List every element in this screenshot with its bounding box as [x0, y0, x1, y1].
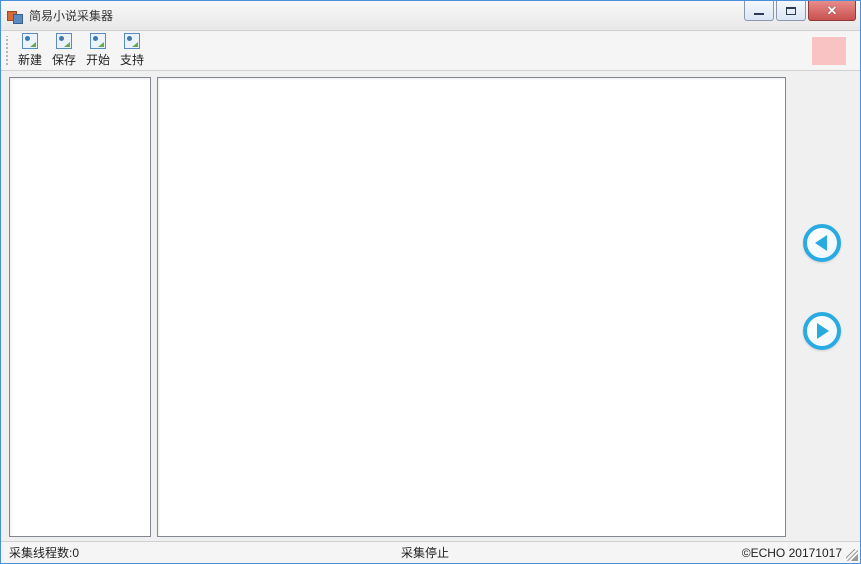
close-button[interactable]: ✕ [808, 1, 856, 21]
indicator-box [812, 37, 846, 65]
window-title: 简易小说采集器 [29, 7, 742, 24]
image-icon [56, 33, 72, 49]
prev-button[interactable] [803, 224, 841, 262]
image-icon [22, 33, 38, 49]
app-icon [7, 8, 23, 24]
toolbar-start-button[interactable]: 开始 [81, 33, 115, 68]
main-text-panel[interactable] [157, 77, 786, 537]
toolbar-label: 支持 [120, 51, 144, 68]
image-icon [90, 33, 106, 49]
arrow-left-icon [815, 235, 827, 251]
left-list-panel[interactable] [9, 77, 151, 537]
image-icon [124, 33, 140, 49]
toolbar-label: 保存 [52, 51, 76, 68]
arrow-right-icon [817, 323, 829, 339]
resize-grip[interactable] [846, 549, 858, 561]
minimize-icon [754, 13, 764, 15]
nav-column [792, 77, 852, 537]
toolbar: 新建 保存 开始 支持 [1, 31, 860, 71]
toolbar-support-button[interactable]: 支持 [115, 33, 149, 68]
status-threads: 采集线程数:0 [1, 544, 321, 561]
toolbar-label: 新建 [18, 51, 42, 68]
minimize-button[interactable] [744, 1, 774, 21]
close-icon: ✕ [827, 4, 838, 17]
maximize-button[interactable] [776, 1, 806, 21]
maximize-icon [786, 7, 796, 15]
content-area [1, 71, 860, 541]
status-state: 采集停止 [321, 544, 742, 561]
title-bar: 简易小说采集器 ✕ [1, 1, 860, 31]
status-copyright: ©ECHO 20171017 [742, 546, 860, 560]
window-controls: ✕ [742, 1, 860, 30]
toolbar-new-button[interactable]: 新建 [13, 33, 47, 68]
toolbar-label: 开始 [86, 51, 110, 68]
next-button[interactable] [803, 312, 841, 350]
toolbar-grip [5, 36, 9, 66]
status-bar: 采集线程数:0 采集停止 ©ECHO 20171017 [1, 541, 860, 563]
toolbar-save-button[interactable]: 保存 [47, 33, 81, 68]
app-window: 简易小说采集器 ✕ 新建 保存 开始 支 [0, 0, 861, 564]
